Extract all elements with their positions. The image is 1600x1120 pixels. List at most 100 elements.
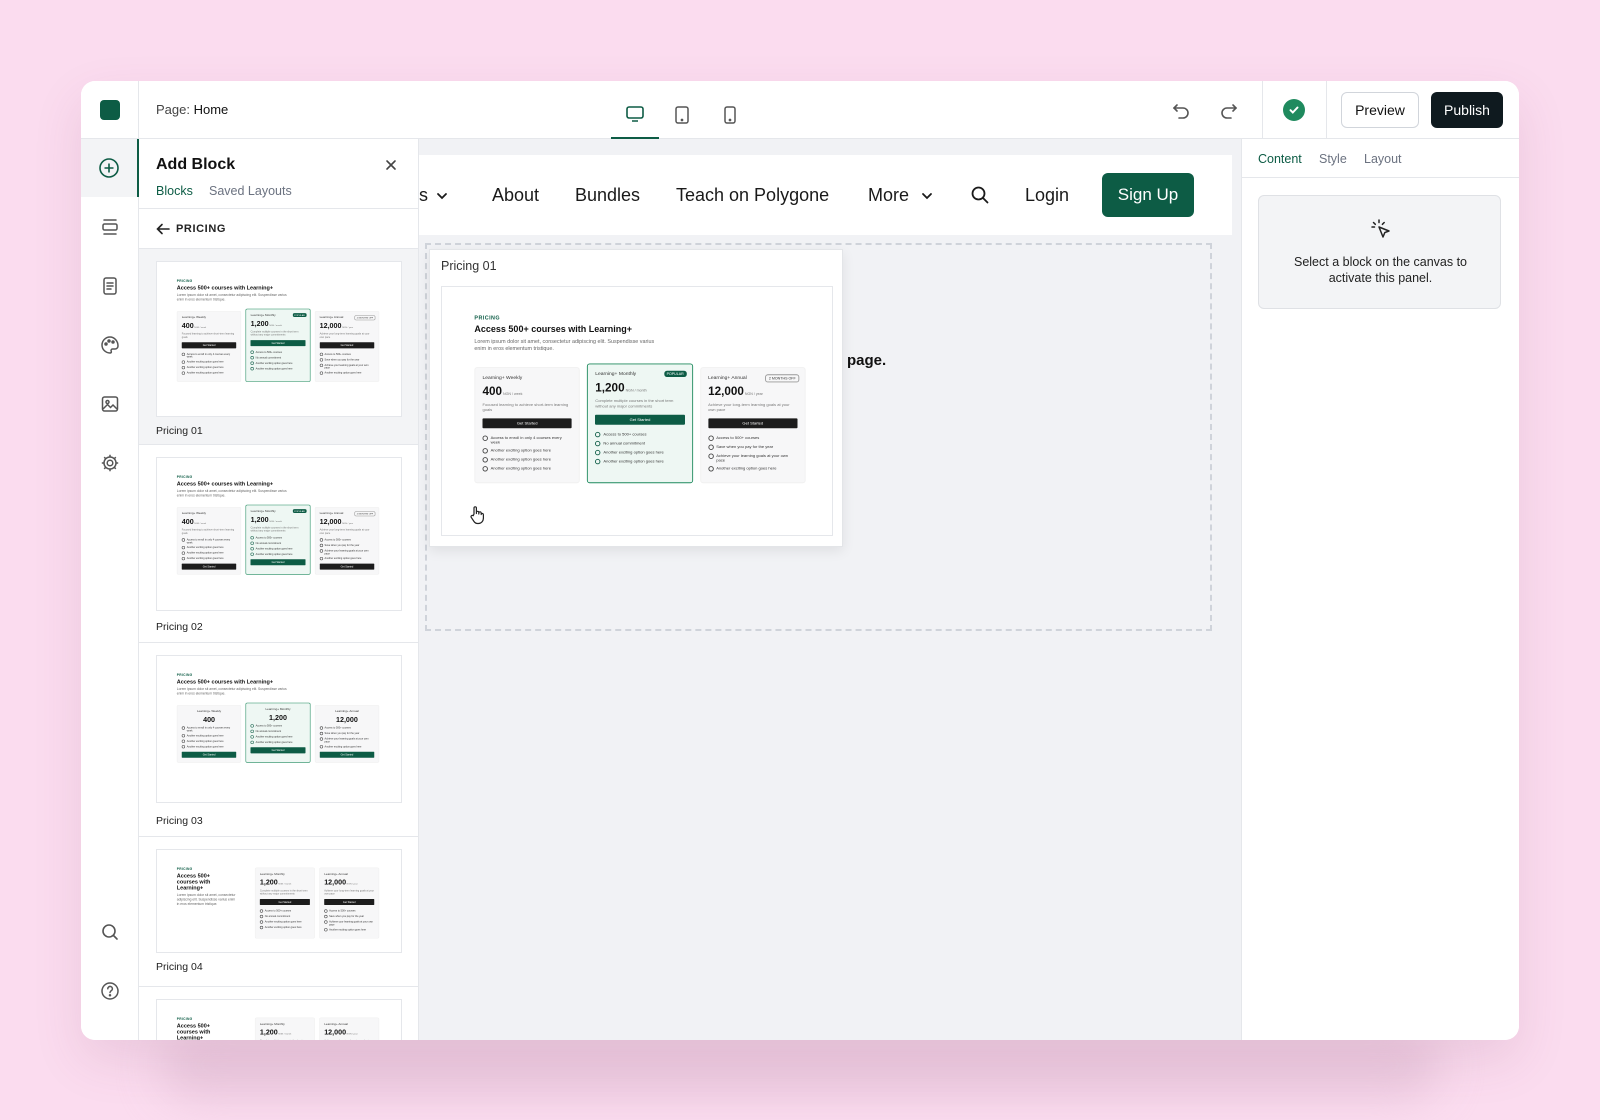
page-indicator[interactable]: Page: Home [156, 102, 228, 117]
plan-price: 12,000 NGN / year [324, 1028, 358, 1037]
tab-blocks[interactable]: Blocks [156, 184, 193, 198]
nav-login-link[interactable]: Login [1025, 185, 1069, 206]
check-icon [250, 740, 254, 744]
topbar-divider [1326, 81, 1327, 139]
tab-style[interactable]: Style [1319, 152, 1347, 166]
back-to-categories-button[interactable]: PRICING [139, 209, 418, 249]
site-navbar[interactable]: s About Bundles Teach on Polygone More L… [419, 155, 1232, 235]
nav-link-partial[interactable]: s [419, 185, 428, 206]
tab-layout[interactable]: Layout [1364, 152, 1402, 166]
nav-link-teach[interactable]: Teach on Polygone [676, 185, 829, 206]
plan-cta-button: Get Started [259, 898, 310, 905]
check-icon [319, 371, 323, 375]
plan-feature: Access to enroll in only 4 courses every… [482, 435, 572, 445]
rail-media[interactable] [81, 375, 139, 433]
block-card-pricing-01[interactable]: PRICING Access 500+ courses with Learning… [139, 249, 418, 445]
check-icon [319, 549, 323, 553]
check-icon [259, 914, 264, 919]
dragged-block-preview[interactable]: Pricing 01 PRICING Access 500+ courses wi… [429, 249, 843, 547]
plan-feature: Save when you pay for the year [708, 444, 797, 450]
check-icon [708, 435, 714, 441]
tablet-view-button[interactable] [658, 91, 706, 139]
rail-search[interactable] [81, 903, 139, 961]
plan-cta-button: Get Started [319, 563, 375, 570]
plan-price: 400 [203, 715, 216, 724]
search-icon[interactable] [970, 185, 990, 205]
check-icon [324, 928, 328, 932]
plan-feature: Another exciting option goes here [250, 547, 306, 551]
plan-name: Learning+ Monthly [265, 707, 291, 711]
block-card-pricing-05[interactable]: PRICING Access 500+ courses with Learning… [139, 987, 418, 1040]
empty-state-text: Select a block on the canvas to activate… [1293, 255, 1468, 285]
publish-button[interactable]: Publish [1431, 92, 1503, 128]
pricing-description: Lorem ipsum dolor sit amet, consectetur … [176, 293, 287, 302]
pricing-description: Lorem ipsum dolor sit amet, consectetur … [176, 894, 236, 907]
redo-button[interactable] [1214, 95, 1244, 125]
empty-state-card: Select a block on the canvas to activate… [1258, 195, 1501, 309]
plan-description: Achieve your long-term learning goals at… [324, 1039, 374, 1040]
rail-help[interactable] [81, 962, 139, 1020]
check-icon [181, 551, 186, 555]
pricing-plan-card: Learning+ Monthly 1,200 NGN / month Comple… [254, 1017, 315, 1040]
desktop-view-button[interactable] [611, 91, 659, 139]
tab-content[interactable]: Content [1258, 152, 1302, 166]
rail-pages[interactable] [81, 257, 139, 315]
pricing-plan-card: Learning+ Annual 2 MONTHS OFF 12,000 NGN /… [314, 310, 380, 382]
plus-circle-icon [99, 158, 119, 178]
plan-feature: Access to enroll in only 4 courses every… [181, 538, 237, 544]
pricing-description: Lorem ipsum dolor sit amet, consectetur … [474, 339, 655, 352]
nav-link-bundles[interactable]: Bundles [575, 185, 640, 206]
rail-sections[interactable] [81, 198, 139, 256]
check-icon [250, 735, 254, 739]
editor-canvas[interactable]: s About Bundles Teach on Polygone More L… [419, 139, 1241, 1040]
rail-theme[interactable] [81, 316, 139, 374]
plan-feature: Another exciting option goes here [595, 458, 684, 465]
plan-feature: Another exciting option goes here [181, 739, 237, 743]
pricing-description: Lorem ipsum dolor sit amet, consectetur … [176, 489, 287, 498]
preview-button[interactable]: Preview [1341, 92, 1419, 128]
plan-price: 12,000 NGN / year [708, 384, 763, 398]
pricing-plan-card: Learning+ Weekly 400 Access to enroll in o… [176, 704, 242, 763]
plan-name: Learning+ Annual [335, 709, 359, 714]
undo-button[interactable] [1166, 95, 1196, 125]
plan-price: 1,200 NGN / month [259, 1028, 292, 1037]
plan-cta-button: Get Started [181, 342, 237, 349]
block-card-pricing-04[interactable]: PRICING Access 500+ courses with Learning… [139, 837, 418, 987]
chevron-down-icon [437, 193, 447, 200]
rail-settings[interactable] [81, 434, 139, 492]
rail-add-block[interactable] [81, 139, 139, 197]
nav-link-more[interactable]: More [868, 185, 909, 206]
plan-feature: No annual commitment [595, 440, 684, 447]
pricing-thumbnail-preview: PRICING Access 500+ courses with Learning… [157, 458, 399, 592]
plan-feature: Another exciting option goes here [250, 735, 306, 739]
check-icon [181, 557, 186, 561]
check-icon [250, 356, 254, 360]
plan-feature: Achieve your learning goals at your own … [324, 920, 374, 926]
block-thumbnail: PRICING Access 500+ courses with Learning… [156, 457, 402, 611]
plan-feature: Access to 500+ courses [250, 724, 306, 728]
check-icon [319, 352, 323, 357]
plan-description: Achieve your long-term learning goals at… [708, 402, 790, 413]
plan-badge: POPULAR [292, 313, 307, 317]
check-icon [319, 745, 323, 749]
plan-feature: Save when you pay for the year [319, 358, 375, 362]
plan-feature: Another exciting option goes here [319, 557, 375, 561]
pricing-plan-card: Learning+ Annual 12,000 NGN / year Achieve… [319, 867, 380, 939]
brand-logo[interactable] [100, 100, 120, 120]
signup-button[interactable]: Sign Up [1102, 173, 1194, 217]
plan-badge: 2 MONTHS OFF [354, 511, 376, 517]
close-panel-button[interactable] [381, 155, 401, 175]
mobile-view-button[interactable] [706, 91, 754, 139]
block-card-pricing-02[interactable]: PRICING Access 500+ courses with Learning… [139, 445, 418, 643]
image-icon [101, 396, 119, 412]
plan-description: Achieve your long-term learning goals at… [319, 332, 370, 339]
pricing-title: Access 500+ courses with Learning+ [176, 481, 274, 488]
plan-feature: Another exciting option goes here [319, 745, 375, 749]
block-card-pricing-03[interactable]: PRICING Access 500+ courses with Learning… [139, 643, 418, 837]
nav-link-about[interactable]: About [492, 185, 539, 206]
plan-description: Focused learning to achieve short-term l… [181, 528, 235, 535]
plan-description: Complete multiple courses in the short t… [260, 1039, 310, 1040]
tab-saved-layouts[interactable]: Saved Layouts [209, 184, 292, 198]
close-icon [386, 160, 396, 170]
check-icon [482, 448, 488, 454]
